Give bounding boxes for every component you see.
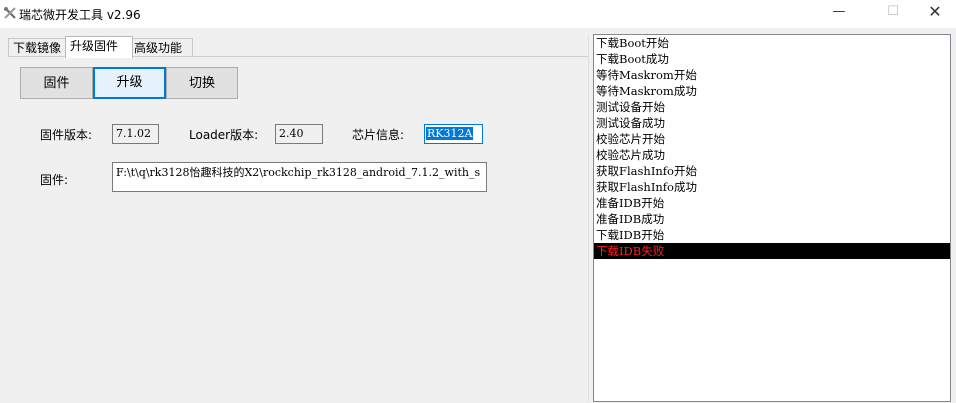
- tab-panel: [8, 56, 588, 403]
- log-line: 准备IDB开始: [596, 196, 665, 210]
- log-line: 下载Boot开始: [596, 36, 669, 50]
- loader-version-label: Loader版本:: [189, 128, 259, 142]
- chip-info-label: 芯片信息:: [352, 128, 405, 142]
- firmware-path-field[interactable]: F:\t\q\rk3128怡趣科技的X2\rockchip_rk3128_and…: [112, 162, 487, 192]
- panel-divider: [588, 36, 589, 402]
- tab-upgrade-firmware[interactable]: 升级固件: [65, 36, 133, 58]
- log-line: 测试设备开始: [596, 100, 665, 114]
- minimize-button[interactable]: —: [816, 0, 862, 24]
- firmware-button[interactable]: 固件: [20, 67, 93, 99]
- chip-info-value: RK312A: [426, 127, 474, 140]
- log-line-error: 下载IDB失败: [594, 243, 950, 259]
- log-line: 下载Boot成功: [596, 52, 669, 66]
- log-line: 校验芯片开始: [596, 132, 665, 146]
- window-title: 瑞芯微开发工具 v2.96: [19, 8, 141, 22]
- log-list[interactable]: 下载Boot开始 下载Boot成功等待Maskrom开始 等待Maskrom成功 测试…: [593, 34, 951, 402]
- tab-advanced[interactable]: 高级功能: [129, 38, 193, 57]
- log-line: 校验芯片成功: [596, 148, 665, 162]
- firmware-path-label: 固件:: [40, 173, 69, 187]
- chip-info-field[interactable]: RK312A: [424, 124, 483, 144]
- log-line: 测试设备成功: [596, 116, 665, 130]
- loader-version-field: 2.40: [275, 124, 323, 144]
- log-line: 等待Maskrom开始: [596, 68, 697, 82]
- log-line: 下载IDB开始: [596, 228, 665, 242]
- log-line: 获取FlashInfo开始: [596, 164, 697, 178]
- log-line: 准备IDB成功: [596, 212, 665, 226]
- log-line: 获取FlashInfo成功: [596, 180, 697, 194]
- switch-button[interactable]: 切换: [166, 67, 238, 99]
- title-bar: 瑞芯微开发工具 v2.96 — ☐ ✕: [0, 0, 956, 28]
- tools-icon: [4, 7, 16, 19]
- upgrade-button[interactable]: 升级: [93, 67, 166, 99]
- tab-download-image[interactable]: 下载镜像: [8, 38, 72, 57]
- firmware-version-field: 7.1.02: [112, 124, 159, 144]
- maximize-button[interactable]: ☐: [870, 0, 916, 24]
- close-button[interactable]: ✕: [912, 0, 956, 24]
- firmware-version-label: 固件版本:: [40, 128, 93, 142]
- log-line: 等待Maskrom成功: [596, 84, 697, 98]
